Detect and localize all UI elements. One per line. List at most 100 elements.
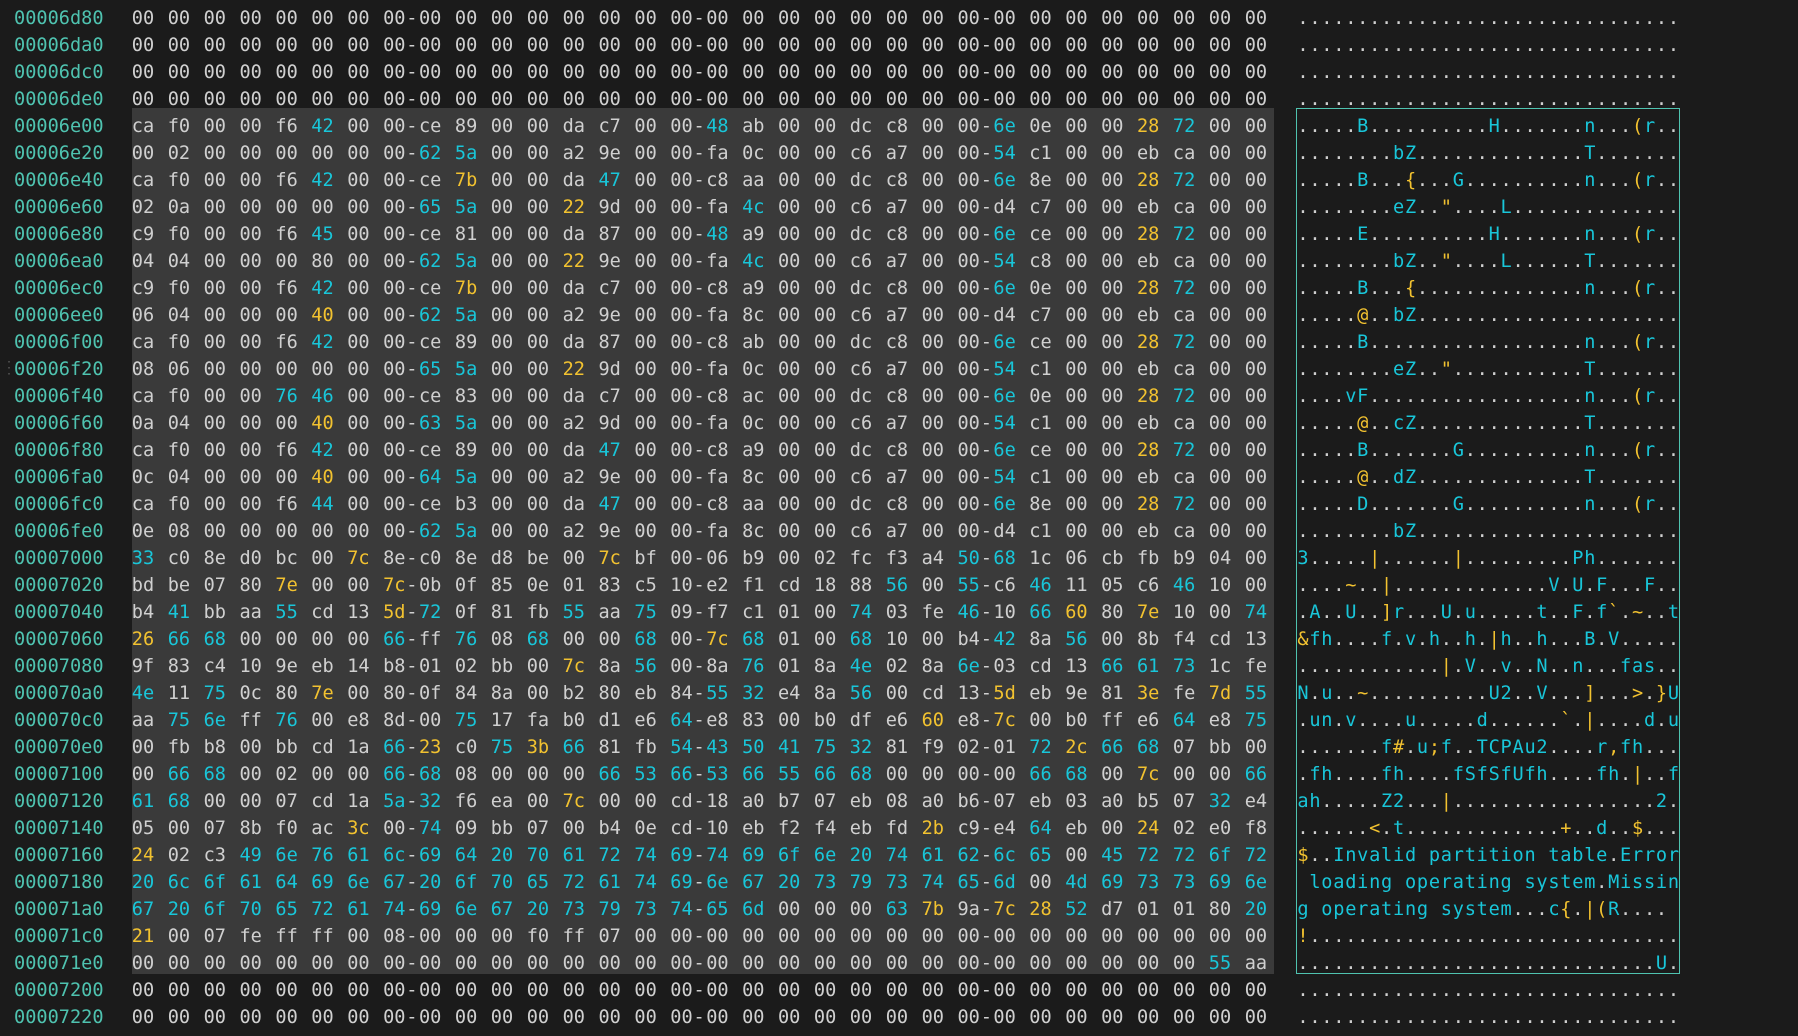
hex-byte[interactable]: 00	[487, 360, 517, 380]
ascii-char[interactable]: .	[1309, 306, 1321, 326]
ascii-char[interactable]: .	[1584, 819, 1596, 839]
ascii-char[interactable]: .	[1596, 522, 1608, 542]
ascii-char[interactable]: .	[1333, 306, 1345, 326]
hex-byte[interactable]: 00	[631, 90, 661, 110]
ascii-char[interactable]: .	[1667, 117, 1679, 137]
hex-byte[interactable]: 00	[774, 225, 804, 245]
ascii-char[interactable]: .	[1333, 495, 1345, 515]
hex-byte[interactable]: 00	[918, 1008, 948, 1028]
ascii-char[interactable]: .	[1548, 981, 1560, 1001]
ascii-char[interactable]: .	[1345, 225, 1357, 245]
ascii-char[interactable]: .	[1620, 144, 1632, 164]
ascii-char[interactable]: .	[1381, 927, 1393, 947]
hex-byte[interactable]: 00	[810, 360, 840, 380]
ascii-char[interactable]	[1297, 873, 1309, 893]
hex-byte[interactable]: 5a	[451, 468, 481, 488]
hex-byte[interactable]: 00	[631, 279, 661, 299]
ascii-char[interactable]: a	[1369, 846, 1381, 866]
hex-byte[interactable]: 7c	[702, 630, 732, 650]
hex-byte[interactable]: 20	[523, 900, 553, 920]
ascii-char[interactable]: r	[1644, 495, 1656, 515]
ascii-char[interactable]: N	[1536, 657, 1548, 677]
hex-byte[interactable]: 69	[415, 846, 445, 866]
ascii-char[interactable]: .	[1381, 387, 1393, 407]
ascii-char[interactable]: .	[1608, 387, 1620, 407]
ascii-char[interactable]: t	[1476, 900, 1488, 920]
hex-byte[interactable]: c8	[882, 171, 912, 191]
hex-byte[interactable]: 00	[1241, 9, 1271, 29]
ascii-char[interactable]: .	[1524, 387, 1536, 407]
hex-byte[interactable]: 5d	[379, 603, 409, 623]
ascii-char[interactable]: .	[1548, 1008, 1560, 1028]
ascii-char[interactable]: .	[1357, 765, 1369, 785]
hex-byte[interactable]: 00	[667, 657, 697, 677]
hex-byte[interactable]: 0c	[738, 360, 768, 380]
hex-byte[interactable]: 00	[882, 765, 912, 785]
ascii-char[interactable]: d	[1476, 711, 1488, 731]
hex-byte[interactable]: c6	[1133, 576, 1163, 596]
hex-byte[interactable]: 00	[990, 90, 1020, 110]
ascii-char[interactable]: .	[1464, 684, 1476, 704]
ascii-char[interactable]: .	[1405, 981, 1417, 1001]
hex-byte[interactable]: d8	[487, 549, 517, 569]
ascii-char[interactable]: .	[1524, 549, 1536, 569]
ascii-char[interactable]: .	[1572, 360, 1584, 380]
ascii-char[interactable]: .	[1667, 792, 1679, 812]
hex-byte[interactable]: 75	[164, 711, 194, 731]
hex-byte[interactable]: 61	[595, 873, 625, 893]
hex-byte[interactable]: ca	[128, 441, 158, 461]
hex-byte[interactable]: 00	[1097, 306, 1127, 326]
hex-byte[interactable]: 55	[1205, 954, 1235, 974]
hex-byte[interactable]: 00	[810, 225, 840, 245]
ascii-char[interactable]: .	[1476, 9, 1488, 29]
hex-byte[interactable]: fa	[523, 711, 553, 731]
hex-byte[interactable]: 00	[1097, 90, 1127, 110]
hex-byte[interactable]: 00	[774, 9, 804, 29]
ascii-char[interactable]: .	[1524, 684, 1536, 704]
ascii-char[interactable]: n	[1572, 657, 1584, 677]
hex-byte[interactable]: 00	[631, 1008, 661, 1028]
hex-byte[interactable]: 00	[882, 927, 912, 947]
hex-byte[interactable]: 00	[918, 495, 948, 515]
ascii-char[interactable]: .	[1644, 360, 1656, 380]
hex-byte[interactable]: 00	[343, 495, 373, 515]
hex-byte[interactable]: 8a	[1026, 630, 1056, 650]
hex-byte[interactable]: 66	[1097, 657, 1127, 677]
ascii-char[interactable]: |	[1369, 549, 1381, 569]
hex-byte[interactable]: 02	[164, 846, 194, 866]
ascii-char[interactable]: .	[1428, 144, 1440, 164]
ascii-char[interactable]: n	[1584, 441, 1596, 461]
ascii-char[interactable]: n	[1584, 225, 1596, 245]
hex-byte[interactable]: dc	[846, 171, 876, 191]
hex-byte[interactable]: 48	[702, 117, 732, 137]
ascii-char[interactable]: |	[1584, 900, 1596, 920]
hex-byte[interactable]: 00	[200, 522, 230, 542]
hex-byte[interactable]: 00	[954, 981, 984, 1001]
hex-byte[interactable]: 00	[1097, 279, 1127, 299]
ascii-char[interactable]: B	[1357, 441, 1369, 461]
ascii-char[interactable]: .	[1596, 414, 1608, 434]
ascii-char[interactable]: C	[1488, 738, 1500, 758]
hex-byte[interactable]: 66	[1097, 738, 1127, 758]
hex-byte[interactable]: 00	[882, 9, 912, 29]
ascii-char[interactable]: .	[1476, 36, 1488, 56]
ascii-char[interactable]: .	[1500, 225, 1512, 245]
ascii-char[interactable]: .	[1667, 549, 1679, 569]
hex-byte[interactable]: 7e	[1133, 603, 1163, 623]
hex-byte[interactable]: 20	[415, 873, 445, 893]
ascii-char[interactable]: u	[1321, 684, 1333, 704]
ascii-char[interactable]: f	[1524, 765, 1536, 785]
ascii-char[interactable]: .	[1608, 684, 1620, 704]
ascii-char[interactable]: .	[1632, 792, 1644, 812]
ascii-char[interactable]: .	[1536, 819, 1548, 839]
ascii-char[interactable]: .	[1572, 63, 1584, 83]
hex-byte[interactable]: 01	[990, 738, 1020, 758]
hex-byte[interactable]: 00	[415, 711, 445, 731]
ascii-char[interactable]: .	[1608, 792, 1620, 812]
hex-byte[interactable]: 00	[810, 387, 840, 407]
hex-byte[interactable]: eb	[1133, 360, 1163, 380]
ascii-char[interactable]: .	[1321, 954, 1333, 974]
ascii-char[interactable]: }	[1656, 684, 1668, 704]
hex-byte[interactable]: 06	[702, 549, 732, 569]
hex-byte[interactable]: 02	[164, 144, 194, 164]
